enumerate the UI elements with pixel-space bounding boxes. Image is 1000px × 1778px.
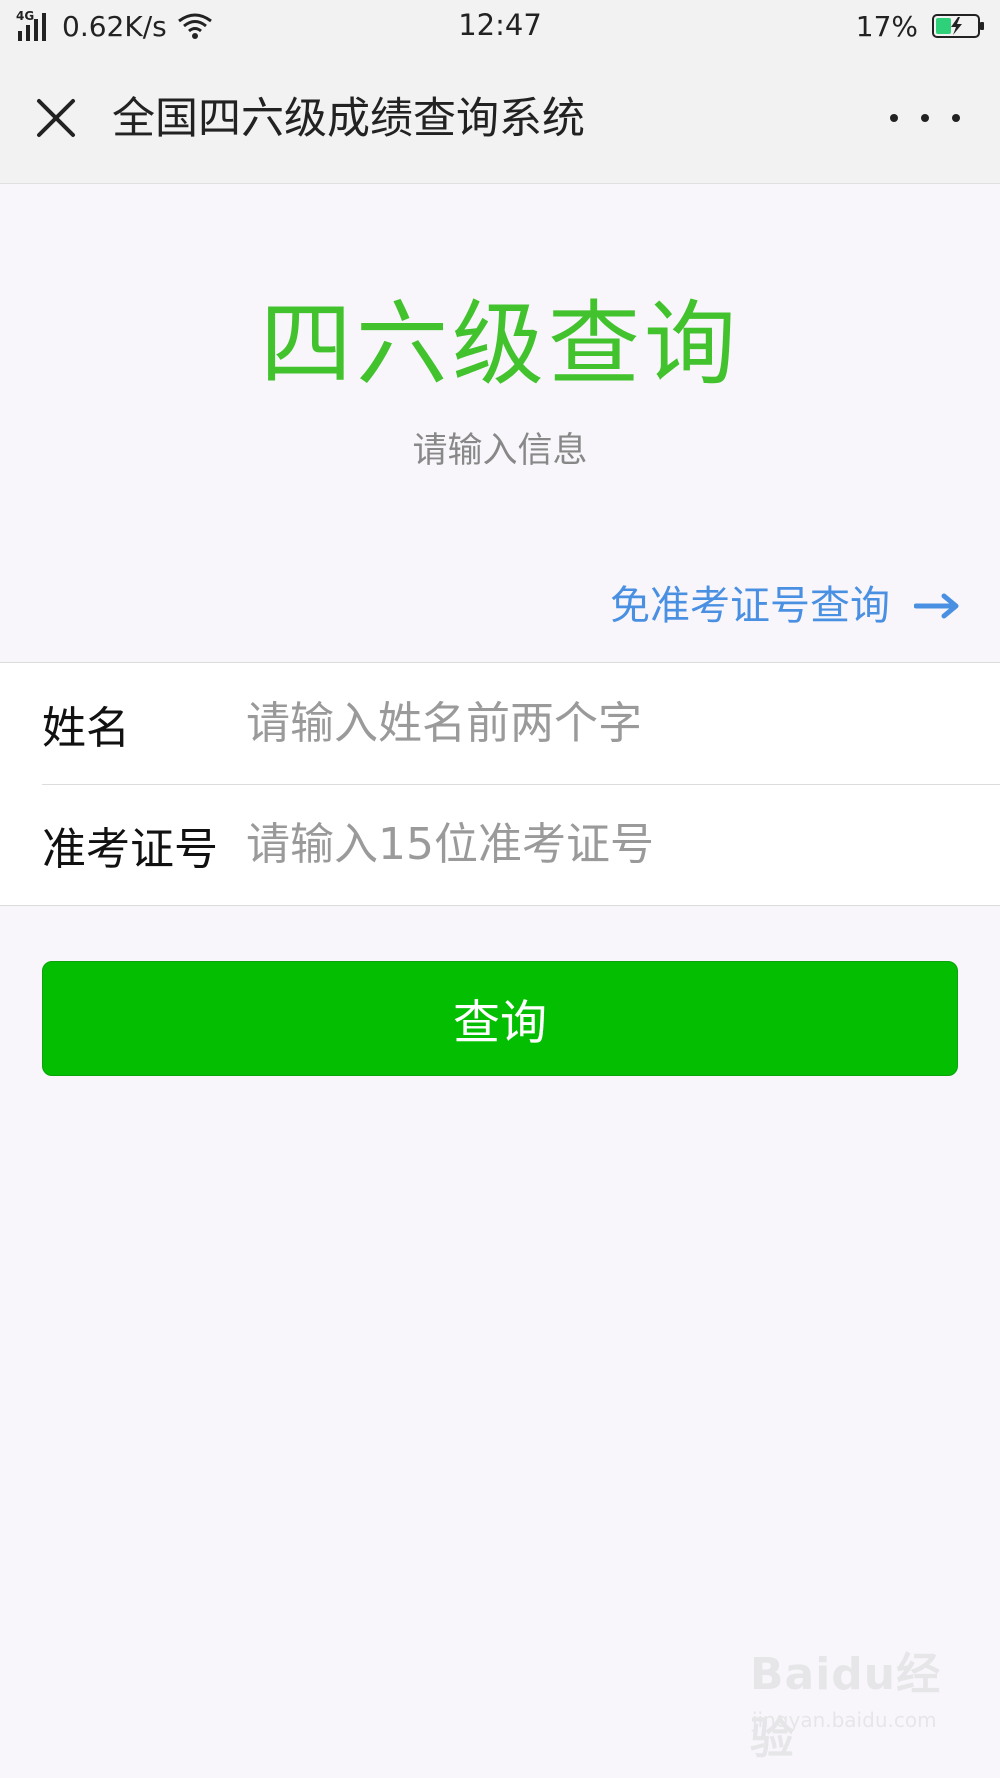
no-ticket-query-link[interactable]: 免准考证号查询: [610, 580, 960, 632]
page-title: 全国四六级成绩查询系统: [112, 94, 585, 144]
hero-title: 四六级查询: [259, 291, 740, 398]
status-time: 12:47: [458, 8, 542, 42]
name-input[interactable]: [246, 698, 980, 749]
header: 全国四六级成绩查询系统: [0, 52, 1000, 184]
more-icon-dot: [921, 114, 929, 122]
query-form: 姓名 准考证号: [0, 662, 1000, 906]
more-icon-dot: [952, 114, 960, 122]
query-button[interactable]: 查询: [42, 961, 958, 1076]
status-bar: 4G 0.62K/s 12:47 17%: [0, 0, 1000, 52]
no-ticket-query-label: 免准考证号查询: [610, 583, 890, 629]
ticket-row: 准考证号: [0, 784, 1000, 905]
watermark-url: jingyan.baidu.com: [752, 1708, 937, 1732]
battery-percent: 17%: [855, 9, 918, 43]
watermark-logo: Baidu经验: [750, 1649, 942, 1764]
close-icon: [37, 99, 75, 137]
name-label: 姓名: [42, 702, 130, 754]
status-right: 17%: [856, 6, 986, 46]
battery-icon: [932, 14, 984, 38]
baidu-watermark: Baidu经验 jingyan.baidu.com: [750, 1638, 950, 1764]
ticket-label: 准考证号: [42, 823, 218, 875]
name-row: 姓名: [0, 663, 1000, 784]
ticket-number-input[interactable]: [246, 819, 980, 870]
arrow-right-icon: [914, 593, 959, 619]
hero-subtitle: 请输入信息: [412, 431, 588, 471]
close-button[interactable]: [28, 90, 84, 146]
more-button[interactable]: [890, 96, 960, 140]
more-icon-dot: [890, 114, 898, 122]
